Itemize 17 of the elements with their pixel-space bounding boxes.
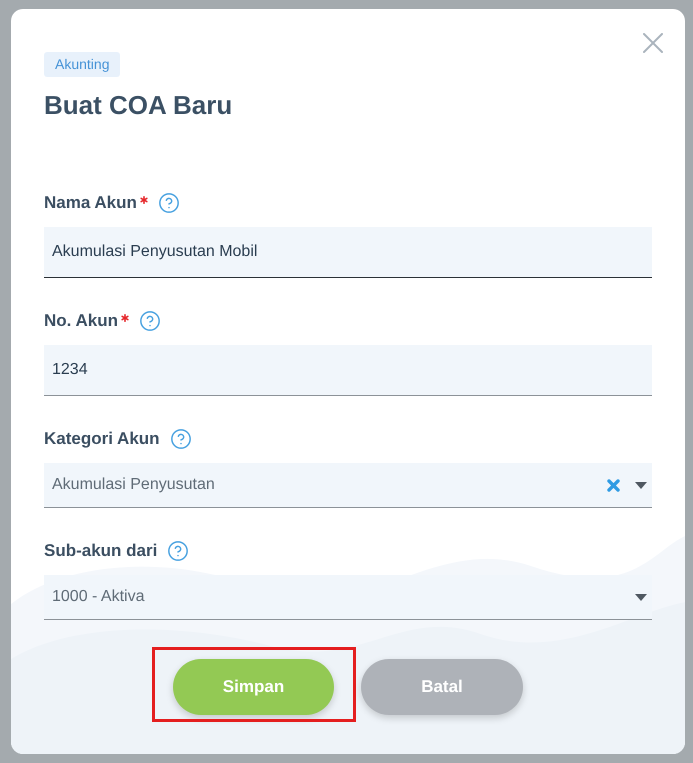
close-button[interactable] <box>643 33 663 53</box>
dialog-title: Buat COA Baru <box>44 89 232 122</box>
dropdown-caret-icon[interactable] <box>635 482 647 488</box>
select-field[interactable]: 1000 - Aktiva <box>44 575 652 620</box>
field-label: Sub-akun dari <box>44 540 158 562</box>
field-label: No. Akun <box>44 310 118 332</box>
help-icon[interactable] <box>138 310 161 332</box>
help-icon[interactable] <box>170 428 192 450</box>
select-field[interactable]: Akumulasi Penyusutan <box>44 463 652 508</box>
help-icon[interactable] <box>158 192 180 214</box>
text-input[interactable]: Akumulasi Penyusutan Mobil <box>44 227 652 278</box>
category-badge: Akunting <box>44 52 120 77</box>
field-label: Kategori Akun <box>44 428 160 450</box>
clear-icon[interactable] <box>607 478 620 492</box>
help-icon[interactable] <box>167 540 190 562</box>
field-label: Nama Akun <box>44 192 137 214</box>
text-input[interactable]: 1234 <box>44 345 652 396</box>
